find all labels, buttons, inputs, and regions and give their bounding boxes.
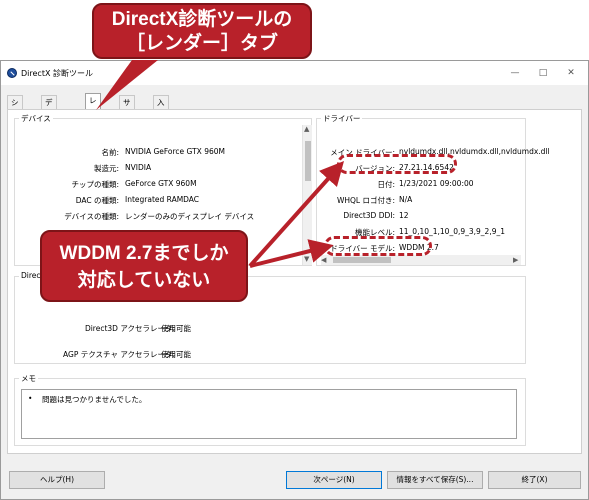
title-callout: DirectX診断ツールの ［レンダー］タブ <box>92 3 312 59</box>
title-callout-pointer <box>96 60 158 110</box>
driver-model-arrow <box>249 239 334 268</box>
wddm-callout-line1: WDDM 2.7までしか <box>59 243 229 264</box>
wddm-callout: WDDM 2.7までしか 対応していない <box>40 230 248 302</box>
wddm-callout-line2: 対応していない <box>77 270 211 291</box>
title-callout-line1: DirectX診断ツールの <box>111 9 293 30</box>
version-arrow <box>248 161 345 268</box>
title-callout-line2: ［レンダー］タブ <box>125 33 278 54</box>
